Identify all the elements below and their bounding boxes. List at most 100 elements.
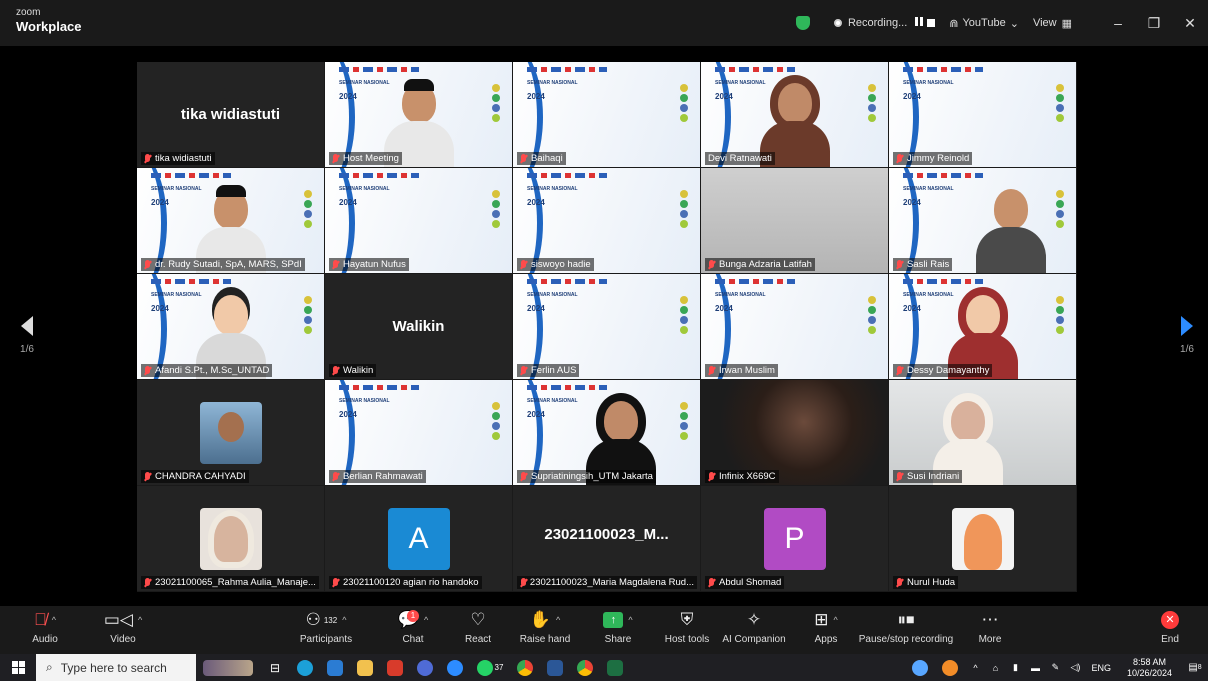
- audio-button[interactable]: 🎙̸ ^ Audio: [20, 606, 70, 654]
- video-tile[interactable]: SEMINAR NASIONAL 2024 Baihaqi: [513, 62, 700, 167]
- video-tile[interactable]: SEMINAR NASIONAL 2024 Sasli Rais: [889, 168, 1076, 273]
- clock[interactable]: 8:58 AM 10/26/2024: [1127, 657, 1172, 679]
- stop-icon[interactable]: [927, 19, 936, 27]
- video-tile[interactable]: SEMINAR NASIONAL 2024 Host Meeting: [325, 62, 512, 167]
- apps-icon: ⊞: [814, 610, 829, 629]
- volume-icon[interactable]: ◁): [1065, 654, 1085, 681]
- chevron-up-icon[interactable]: ^: [342, 615, 346, 625]
- video-tile[interactable]: Susi Indriani: [889, 380, 1076, 485]
- react-label: React: [464, 634, 492, 645]
- video-tile-active-speaker[interactable]: SEMINAR NASIONAL 2024 Devi Ratnawati: [701, 62, 888, 167]
- video-tile[interactable]: A 23021100120 agian rio handoko: [325, 486, 512, 591]
- pause-icon[interactable]: [913, 17, 924, 29]
- prev-page-button[interactable]: 1/6: [12, 316, 42, 355]
- chevron-up-icon[interactable]: ^: [138, 615, 142, 625]
- ai-companion-button[interactable]: ✧ AI Companion: [720, 606, 788, 654]
- search-placeholder: Type here to search: [60, 660, 167, 675]
- video-button[interactable]: ▭◁ ^ Video: [98, 606, 148, 654]
- video-tile[interactable]: SEMINAR NASIONAL 2024 Berlian Rahmawati: [325, 380, 512, 485]
- video-tile[interactable]: SEMINAR NASIONAL 2024 Afandi S.Pt., M.Sc_…: [137, 274, 324, 379]
- mic-muted-icon: [520, 153, 527, 164]
- video-tile[interactable]: SEMINAR NASIONAL 2024 Dessy Damayanthy: [889, 274, 1076, 379]
- video-tile[interactable]: SEMINAR NASIONAL 2024 Ferlin AUS: [513, 274, 700, 379]
- video-tile[interactable]: SEMINAR NASIONAL 2024 Irwan Muslim: [701, 274, 888, 379]
- chevron-up-icon[interactable]: ^: [834, 615, 838, 625]
- acrobat-icon[interactable]: [380, 654, 410, 681]
- restore-button[interactable]: ❐: [1136, 15, 1172, 32]
- task-view-icon[interactable]: ⊟: [260, 654, 290, 681]
- raise-hand-button[interactable]: ✋ ^ Raise hand: [515, 606, 575, 654]
- video-tile[interactable]: Infinix X669C: [701, 380, 888, 485]
- edge-icon[interactable]: [290, 654, 320, 681]
- video-tile[interactable]: Bunga Adzaria Latifah: [701, 168, 888, 273]
- file-explorer-icon[interactable]: [350, 654, 380, 681]
- chevron-up-icon[interactable]: ^: [965, 654, 985, 681]
- slide-year: 2024: [527, 198, 545, 207]
- recording-status[interactable]: Recording...: [833, 17, 936, 29]
- pen-icon[interactable]: ✎: [1045, 654, 1065, 681]
- audio-label: Audio: [32, 634, 58, 645]
- more-button[interactable]: ⋯ More: [968, 606, 1012, 654]
- end-button[interactable]: ✕ End: [1150, 606, 1190, 654]
- security-shield-icon[interactable]: [795, 16, 820, 30]
- host-tools-button[interactable]: ⛨ Host tools: [662, 606, 712, 654]
- chevron-down-icon: ⌄: [1009, 17, 1019, 30]
- slide-header: SEMINAR NASIONAL: [527, 80, 578, 86]
- whatsapp-icon[interactable]: 37: [470, 654, 510, 681]
- apps-button[interactable]: ⊞ ^ Apps: [806, 606, 846, 654]
- video-tile[interactable]: 23021100065_Rahma Aulia_Manaje...: [137, 486, 324, 591]
- arrow-left-icon: [21, 316, 33, 336]
- video-tile[interactable]: SEMINAR NASIONAL 2024 Supriatiningsih_UTM…: [513, 380, 700, 485]
- mic-muted-icon: [332, 365, 339, 376]
- participant-name: Abdul Shomad: [719, 577, 782, 588]
- video-tile[interactable]: CHANDRA CAHYADI: [137, 380, 324, 485]
- zoom-icon[interactable]: [440, 654, 470, 681]
- chevron-up-icon[interactable]: ^: [628, 615, 632, 625]
- tray-app-icon[interactable]: [935, 654, 965, 681]
- notification-count: 8: [1197, 664, 1202, 671]
- mail-icon[interactable]: [320, 654, 350, 681]
- video-tile[interactable]: SEMINAR NASIONAL 2024 Hayatun Nufus: [325, 168, 512, 273]
- slide-header: SEMINAR NASIONAL: [903, 292, 954, 298]
- windows-start-button[interactable]: [0, 654, 36, 681]
- excel-icon[interactable]: [600, 654, 630, 681]
- tile-name-label: Berlian Rahmawati: [329, 470, 426, 483]
- participants-button[interactable]: ⚇ 132 ^ Participants: [293, 606, 359, 654]
- news-widget[interactable]: [196, 654, 260, 681]
- pause-stop-recording-button[interactable]: ⏸⏹ Pause/stop recording: [856, 606, 956, 654]
- participant-name: siswoyo hadie: [531, 259, 591, 270]
- app-icon[interactable]: [410, 654, 440, 681]
- youtube-live-button[interactable]: ⋒ YouTube ⌄: [949, 17, 1019, 30]
- word-icon[interactable]: [540, 654, 570, 681]
- mic-muted-icon: [896, 577, 903, 588]
- share-button[interactable]: ↑ ^ Share: [596, 606, 640, 654]
- react-button[interactable]: ♡ React: [458, 606, 498, 654]
- participant-name: Berlian Rahmawati: [343, 471, 423, 482]
- video-tile[interactable]: Nurul Huda: [889, 486, 1076, 591]
- chrome-icon[interactable]: [510, 654, 540, 681]
- chevron-up-icon[interactable]: ^: [52, 615, 56, 625]
- video-tile[interactable]: SEMINAR NASIONAL 2024 Jimmy Reinold: [889, 62, 1076, 167]
- language-indicator[interactable]: ENG: [1091, 663, 1111, 673]
- microphone-icon[interactable]: ▮: [1005, 654, 1025, 681]
- minimize-button[interactable]: –: [1100, 15, 1136, 31]
- video-tile[interactable]: Walikin Walikin: [325, 274, 512, 379]
- chevron-up-icon[interactable]: ^: [556, 615, 560, 625]
- network-icon[interactable]: ⌂: [985, 654, 1005, 681]
- chevron-up-icon[interactable]: ^: [424, 615, 428, 625]
- video-tile[interactable]: SEMINAR NASIONAL 2024 dr. Rudy Sutadi, Sp…: [137, 168, 324, 273]
- notifications-icon[interactable]: ▤ 8: [1182, 654, 1208, 681]
- chrome-profile-icon[interactable]: [570, 654, 600, 681]
- video-tile[interactable]: P Abdul Shomad: [701, 486, 888, 591]
- video-tile[interactable]: tika widiastuti tika widiastuti: [137, 62, 324, 167]
- video-tile[interactable]: SEMINAR NASIONAL 2024 siswoyo hadie: [513, 168, 700, 273]
- view-button[interactable]: View ▦: [1033, 17, 1072, 30]
- battery-icon[interactable]: ▬: [1025, 654, 1045, 681]
- close-button[interactable]: ✕: [1172, 15, 1208, 32]
- next-page-button[interactable]: 1/6: [1172, 316, 1202, 355]
- taskbar-search-input[interactable]: ⌕ Type here to search: [36, 654, 196, 681]
- help-icon[interactable]: [905, 654, 935, 681]
- hand-icon: ✋: [529, 610, 551, 629]
- video-tile[interactable]: 23021100023_M... 23021100023_Maria Magda…: [513, 486, 700, 591]
- chat-button[interactable]: 💬1^ Chat: [393, 606, 433, 654]
